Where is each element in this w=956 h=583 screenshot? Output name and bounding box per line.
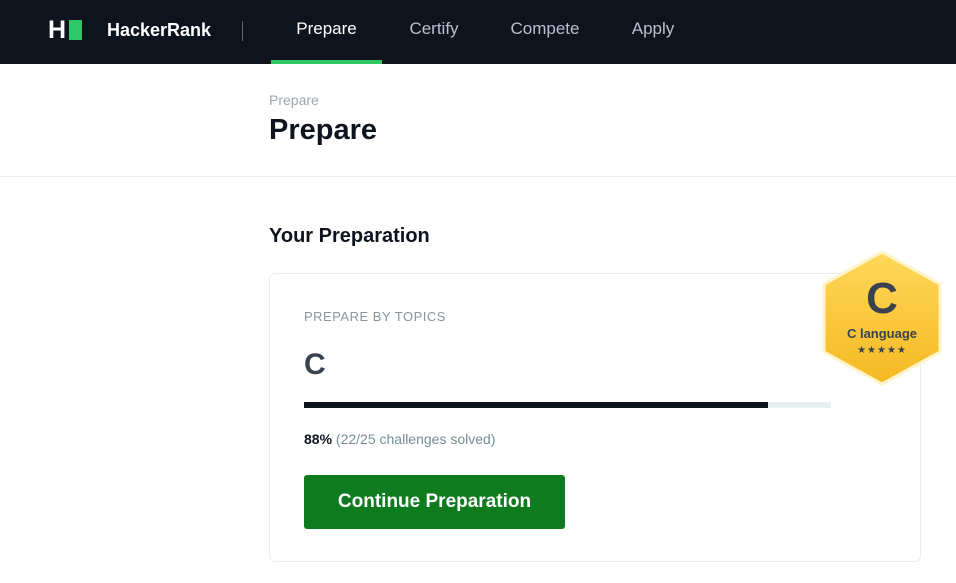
page-title: Prepare: [269, 114, 378, 146]
nav-item-certify[interactable]: Certify: [399, 0, 469, 64]
progress-percent: 88%: [304, 431, 333, 447]
top-navigation: H HackerRank Prepare Certify Compete App…: [0, 0, 956, 64]
nav-item-prepare[interactable]: Prepare: [271, 0, 382, 64]
badge-letter: C: [866, 274, 898, 323]
nav-item-apply[interactable]: Apply: [623, 0, 683, 64]
nav-item-compete[interactable]: Compete: [503, 0, 587, 64]
star-rating-icon: ★★★★★: [857, 345, 907, 356]
topics-label: PREPARE BY TOPICS: [304, 309, 446, 324]
page-header: Prepare Prepare: [0, 64, 956, 177]
continue-preparation-button[interactable]: Continue Preparation: [304, 475, 565, 529]
c-language-badge[interactable]: C C language ★★★★★: [818, 250, 946, 386]
progress-text: 88% (22/25 challenges solved): [304, 431, 495, 447]
hackerrank-logo-icon[interactable]: H: [48, 18, 84, 43]
section-title: Your Preparation: [269, 225, 430, 247]
progress-bar: [304, 402, 831, 408]
topic-name: C: [304, 348, 326, 381]
progress-fill: [304, 402, 768, 408]
brand-name[interactable]: HackerRank: [107, 18, 211, 42]
nav-divider: [242, 21, 243, 41]
breadcrumb[interactable]: Prepare: [269, 92, 319, 108]
progress-detail: (22/25 challenges solved): [335, 431, 496, 447]
badge-label: C language: [846, 326, 918, 341]
